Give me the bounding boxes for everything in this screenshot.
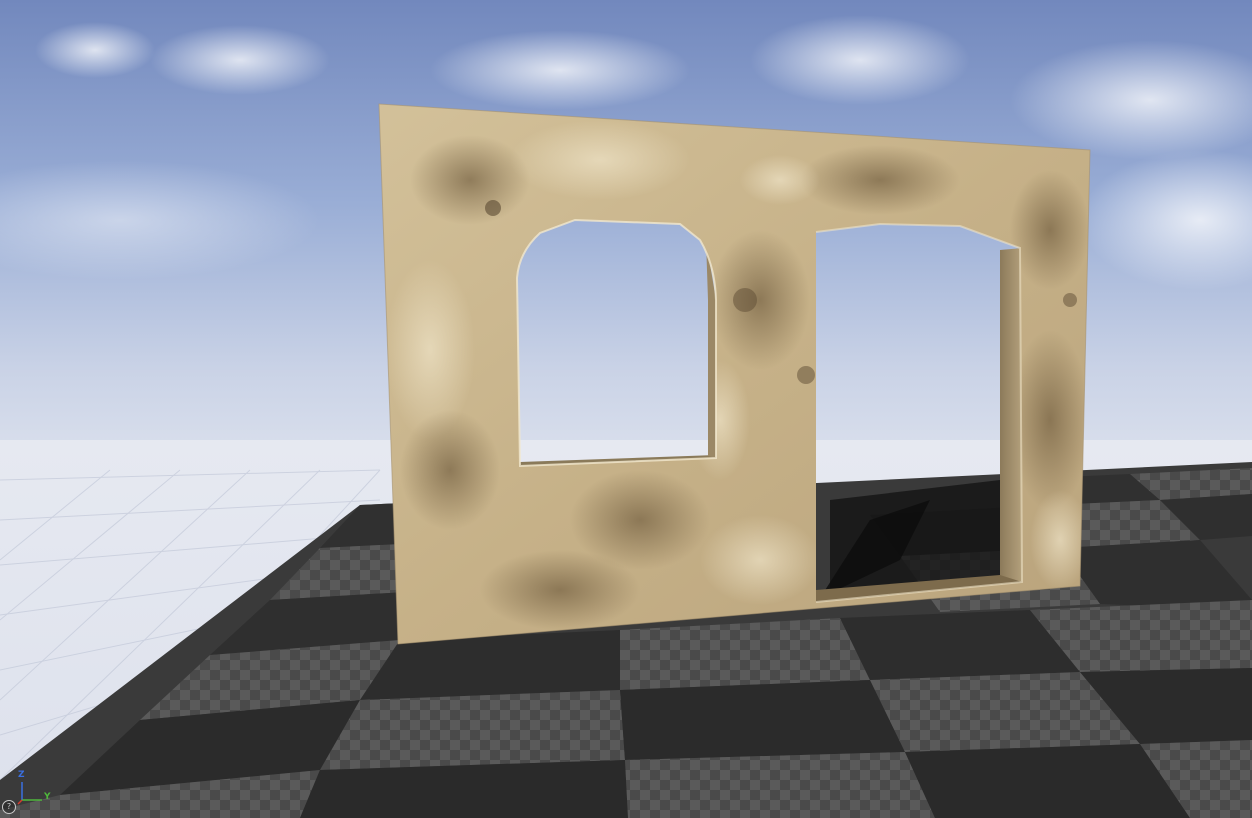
level-viewport[interactable]: Z Y ? — [0, 0, 1252, 818]
viewport-scene[interactable] — [0, 0, 1252, 818]
axis-y-label: Y — [44, 792, 51, 802]
axis-z-label: Z — [18, 770, 25, 780]
help-icon[interactable]: ? — [2, 800, 16, 814]
